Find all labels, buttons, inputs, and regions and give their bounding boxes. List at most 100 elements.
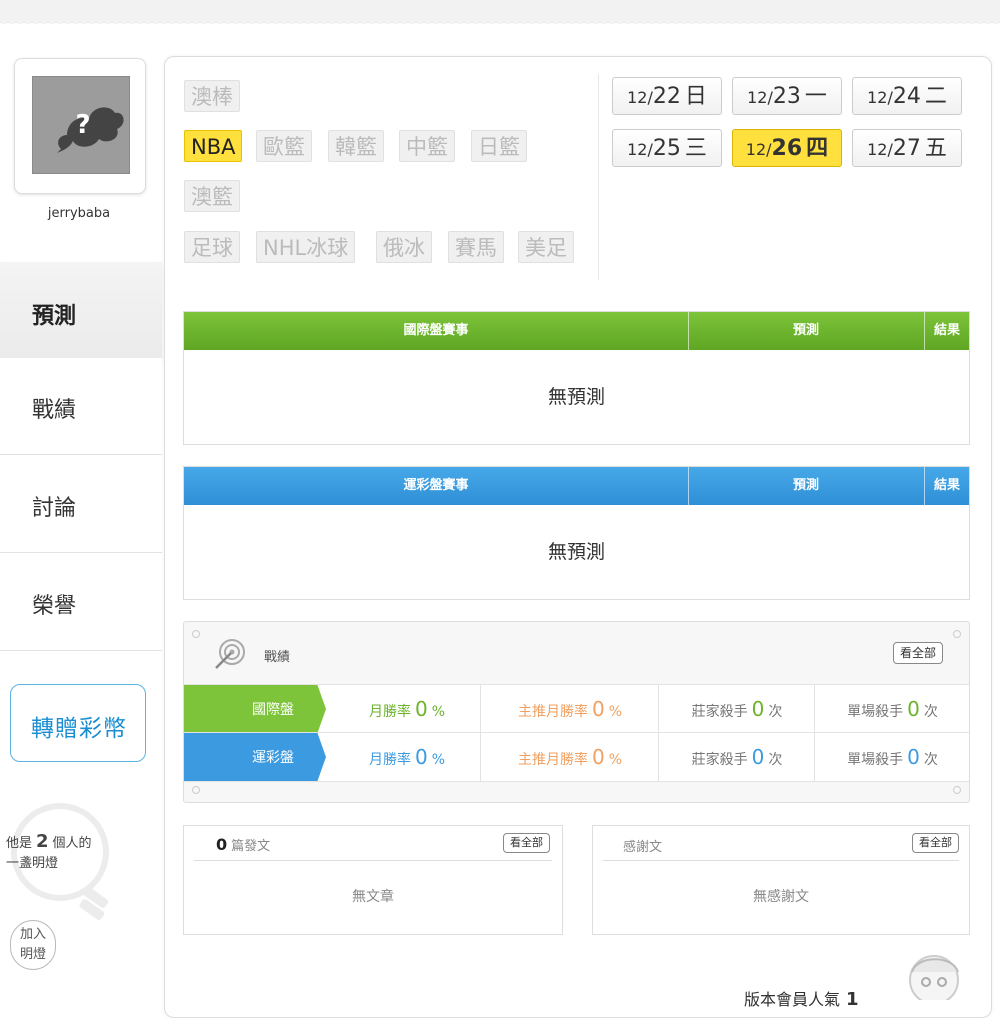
league-tab[interactable]: 歐籃 [256, 130, 312, 162]
stat-value: 0 [751, 697, 765, 721]
sports-prediction-table: 運彩盤賽事 預測 結果 無預測 [183, 466, 970, 600]
nav-record-label: 戰績 [32, 398, 77, 423]
stat-value: 0 [591, 697, 605, 721]
join-line2: 明燈 [19, 947, 46, 962]
date-button[interactable]: 12/22 日 [612, 77, 722, 115]
divider [598, 74, 599, 280]
light-summary: 他是 2 個人的 一盞明燈 [6, 832, 92, 874]
no-predictions: 無預測 [547, 386, 605, 408]
date-month: 12/ [745, 140, 772, 159]
thanks-label: 感謝文 [623, 840, 663, 855]
mascot-icon [909, 955, 959, 1000]
gift-coins-button[interactable]: 轉贈彩幣 [10, 684, 146, 762]
record-row-sports: 運彩盤 月勝率 0% 主推月勝率 0% 莊家殺手 0 次 單場殺手 0 次 [184, 732, 969, 782]
record-tag-label: 運彩盤 [252, 750, 294, 766]
league-tab[interactable]: 澳棒 [184, 80, 240, 112]
divider [603, 860, 959, 861]
stat-value: 0 [751, 745, 765, 769]
col-event: 國際盤賽事 [403, 323, 469, 338]
stat-unit: 次 [923, 752, 938, 768]
no-thanks: 無感謝文 [753, 889, 809, 905]
col-result: 結果 [933, 478, 960, 493]
date-button[interactable]: 12/24 二 [852, 77, 962, 115]
record-tag-sports: 運彩盤 [184, 733, 326, 781]
popularity-text: 版本會員人氣 1 [744, 986, 859, 1010]
date-month: 12/ [747, 88, 773, 107]
nav-record[interactable]: 戰績 [0, 358, 162, 455]
target-icon [215, 639, 245, 669]
nav-discussion[interactable]: 討論 [0, 456, 162, 553]
league-tab[interactable]: 賽馬 [448, 231, 504, 263]
date-weekday: 日 [684, 84, 707, 109]
nav-honor[interactable]: 榮譽 [0, 554, 162, 651]
stat-unit: 次 [768, 752, 783, 768]
league-tab-active[interactable]: NBA [184, 130, 243, 162]
stat-value: 0 [591, 745, 605, 769]
corner-dot [953, 786, 961, 794]
posts-header: 0 篇發文 [216, 835, 270, 854]
league-tab[interactable]: 足球 [184, 231, 240, 263]
date-month: 12/ [867, 88, 893, 107]
corner-dot [192, 786, 200, 794]
record-tag-intl: 國際盤 [184, 685, 326, 733]
single-game-killer: 單場殺手 0 次 [814, 733, 970, 781]
monthly-win-rate: 月勝率 0% [334, 685, 480, 733]
date-day: 23 [772, 84, 801, 109]
date-month: 12/ [867, 140, 893, 159]
top-decorative-band [0, 0, 1000, 27]
league-tab[interactable]: 美足 [518, 231, 574, 263]
league-tab[interactable]: 中籃 [399, 130, 455, 162]
posts-see-all-button[interactable]: 看全部 [503, 833, 550, 853]
join-light-button[interactable]: 加入 明燈 [10, 920, 56, 970]
record-panel: 戰績 看全部 國際盤 月勝率 0% 主推月勝率 0% 莊家殺手 0 次 單場殺手 0 次 運… [183, 621, 970, 803]
col-predict: 預測 [792, 478, 819, 493]
date-button[interactable]: 12/23 一 [732, 77, 842, 115]
league-tab[interactable]: 俄冰 [376, 231, 432, 263]
date-weekday: 一 [804, 84, 827, 109]
date-month: 12/ [627, 88, 653, 107]
username: jerrybaba [47, 206, 111, 221]
avatar[interactable]: ? [14, 58, 146, 194]
league-tab[interactable]: 日籃 [471, 130, 527, 162]
date-button[interactable]: 12/25 三 [612, 129, 722, 167]
home-pick-win-rate: 主推月勝率 0% [480, 733, 659, 781]
stat-value: 0 [414, 697, 428, 721]
join-line1: 加入 [19, 927, 46, 942]
record-tag-label: 國際盤 [252, 702, 294, 718]
stat-label: 主推月勝率 [517, 752, 588, 768]
posts-label: 篇發文 [231, 839, 271, 854]
light-suffix: 個人的 [52, 836, 92, 851]
stat-unit: % [608, 704, 623, 720]
divider [194, 860, 552, 861]
gift-coins-label: 轉贈彩幣 [31, 716, 127, 742]
col-result: 結果 [933, 323, 960, 338]
stat-value: 0 [907, 697, 920, 721]
stat-label: 莊家殺手 [691, 752, 748, 768]
intl-table-header: 國際盤賽事 預測 結果 [184, 312, 969, 350]
stat-unit: % [608, 752, 623, 768]
home-pick-win-rate: 主推月勝率 0% [480, 685, 659, 733]
date-weekday: 二 [924, 84, 947, 109]
nav-discussion-label: 討論 [32, 496, 77, 521]
stat-value: 0 [907, 745, 920, 769]
col-predict: 預測 [792, 323, 819, 338]
date-month: 12/ [627, 140, 653, 159]
stat-unit: 次 [768, 704, 783, 720]
date-day: 26 [771, 136, 803, 161]
svg-text:?: ? [75, 110, 90, 140]
league-tab[interactable]: NHL冰球 [256, 231, 356, 263]
date-button[interactable]: 12/27 五 [852, 129, 962, 167]
league-tab[interactable]: 澳籃 [184, 180, 240, 212]
record-see-all-button[interactable]: 看全部 [892, 642, 943, 664]
stat-label: 月勝率 [368, 704, 411, 720]
date-weekday: 四 [806, 136, 829, 161]
thanks-box: 感謝文 看全部 無感謝文 [592, 825, 970, 935]
stat-label: 單場殺手 [847, 752, 904, 768]
thanks-see-all-button[interactable]: 看全部 [912, 833, 959, 853]
league-tab[interactable]: 韓籃 [328, 130, 384, 162]
date-button-active[interactable]: 12/26 四 [732, 129, 842, 167]
banker-killer: 莊家殺手 0 次 [658, 733, 815, 781]
nav-predict[interactable]: 預測 [0, 262, 162, 358]
single-game-killer: 單場殺手 0 次 [814, 685, 970, 733]
stat-label: 莊家殺手 [691, 704, 748, 720]
